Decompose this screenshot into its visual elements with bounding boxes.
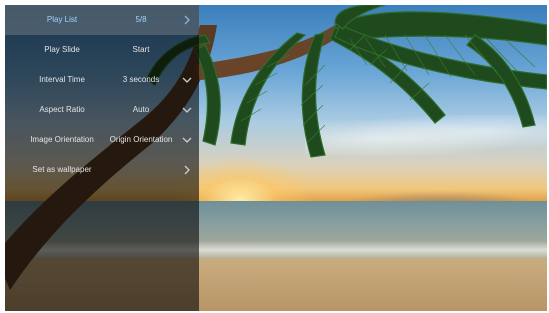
chevron-right-icon [181,164,193,176]
menu-item-aspect-ratio[interactable]: Aspect Ratio Auto [5,95,199,125]
chevron-down-icon [181,74,193,86]
menu-item-image-orientation[interactable]: Image Orientation Origin Orientation [5,125,199,155]
menu-item-interval-time[interactable]: Interval Time 3 seconds [5,65,199,95]
chevron-down-icon [181,134,193,146]
menu-item-label: Image Orientation [30,135,94,144]
menu-item-value: Start [132,45,150,54]
menu-item-value: Origin Orientation [109,135,173,144]
menu-item-value: 3 seconds [122,75,160,84]
menu-item-play-slide[interactable]: Play Slide Start [5,35,199,65]
menu-item-value: Auto [132,105,150,114]
chevron-down-icon [181,104,193,116]
menu-item-label: Interval Time [39,75,85,84]
menu-item-set-as-wallpaper[interactable]: Set as wallpaper [5,155,199,185]
photo-viewer-screen: Play List 5/8 Play Slide Start Interval … [5,5,547,311]
menu-item-label: Set as wallpaper [32,165,92,174]
menu-item-label: Aspect Ratio [39,105,85,114]
menu-item-label: Play Slide [44,45,80,54]
menu-item-label: Play List [46,15,78,24]
chevron-right-icon [181,14,193,26]
slideshow-settings-menu: Play List 5/8 Play Slide Start Interval … [5,5,199,311]
menu-item-value: 5/8 [135,15,147,24]
menu-item-play-list[interactable]: Play List 5/8 [5,5,199,35]
menu-item-value [105,155,177,185]
